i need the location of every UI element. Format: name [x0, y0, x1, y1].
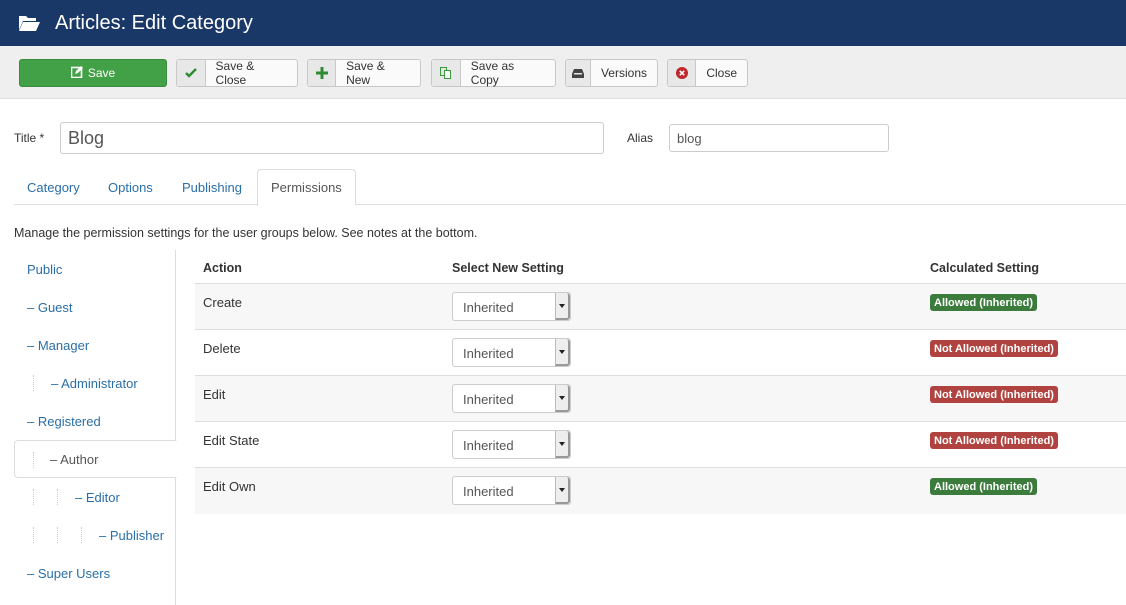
- chevron-down-icon: [555, 293, 570, 320]
- tab-permissions[interactable]: Permissions: [257, 169, 356, 206]
- tab-category[interactable]: Category: [27, 169, 80, 205]
- versions-label: Versions: [600, 66, 647, 80]
- group-administrator[interactable]: – Administrator: [14, 364, 176, 402]
- toolbar: Save Save & Close Save & New Save as Cop…: [0, 46, 1126, 99]
- select-value: Inherited: [463, 300, 514, 315]
- tree-guide-line: [57, 527, 58, 543]
- select-value: Inherited: [463, 438, 514, 453]
- status-badge: Allowed (Inherited): [930, 478, 1037, 495]
- save-as-copy-button[interactable]: Save as Copy: [431, 59, 556, 87]
- group-label: Public: [27, 261, 63, 277]
- setting-select[interactable]: Inherited: [452, 292, 571, 321]
- group-label: – Administrator: [51, 375, 138, 391]
- select-value: Inherited: [463, 346, 514, 361]
- table-row: Delete Inherited Not Allowed (Inherited): [195, 330, 1126, 376]
- title-input[interactable]: Blog: [60, 122, 604, 154]
- save-label: Save: [87, 66, 116, 80]
- table-row: Edit Inherited Not Allowed (Inherited): [195, 376, 1126, 422]
- column-calculated-setting: Calculated Setting: [930, 261, 1040, 275]
- close-circle-icon: [668, 60, 697, 86]
- plus-icon: [308, 60, 337, 86]
- title-label: Title *: [14, 131, 45, 145]
- close-label: Close: [706, 66, 737, 80]
- group-publisher[interactable]: – Publisher: [14, 516, 176, 554]
- checkmark-icon: [177, 60, 206, 86]
- tree-guide-line: [81, 527, 82, 543]
- select-value: Inherited: [463, 392, 514, 407]
- save-close-button[interactable]: Save & Close: [176, 59, 298, 87]
- save-new-button[interactable]: Save & New: [307, 59, 421, 87]
- tree-guide-line: [33, 527, 34, 543]
- folder-open-icon: [19, 15, 40, 31]
- select-value: Inherited: [463, 484, 514, 499]
- column-select-new-setting: Select New Setting: [452, 261, 564, 275]
- setting-select[interactable]: Inherited: [452, 338, 571, 367]
- chevron-down-icon: [555, 385, 570, 412]
- page-header: Articles: Edit Category: [0, 0, 1126, 46]
- action-name: Edit: [203, 387, 226, 402]
- group-super-users[interactable]: – Super Users: [14, 554, 176, 592]
- edit-icon: [70, 65, 83, 81]
- title-value: Blog: [68, 127, 105, 148]
- user-group-list: Public – Guest – Manager – Administrator…: [14, 250, 177, 605]
- close-button[interactable]: Close: [667, 59, 748, 87]
- chevron-down-icon: [555, 431, 570, 458]
- chevron-down-icon: [555, 477, 570, 504]
- save-button[interactable]: Save: [19, 59, 167, 87]
- group-manager[interactable]: – Manager: [14, 326, 176, 364]
- table-header: Action Select New Setting Calculated Set…: [195, 250, 1126, 284]
- group-editor[interactable]: – Editor: [14, 478, 176, 516]
- table-row: Create Inherited Allowed (Inherited): [195, 284, 1126, 330]
- action-name: Create: [203, 295, 243, 310]
- tab-options[interactable]: Options: [108, 169, 153, 205]
- action-name: Edit Own: [203, 479, 256, 494]
- group-label: – Super Users: [27, 565, 111, 581]
- tab-bar: Category Options Publishing Permissions: [14, 169, 1126, 206]
- table-row: Edit Own Inherited Allowed (Inherited): [195, 468, 1126, 514]
- group-label: – Manager: [27, 337, 90, 353]
- versions-button[interactable]: Versions: [565, 59, 658, 87]
- group-author[interactable]: – Author: [14, 440, 177, 478]
- group-label: – Registered: [27, 413, 101, 429]
- status-badge: Not Allowed (Inherited): [930, 386, 1058, 403]
- setting-select[interactable]: Inherited: [452, 430, 571, 459]
- action-name: Delete: [203, 341, 241, 356]
- permissions-table: Action Select New Setting Calculated Set…: [195, 250, 1126, 514]
- tree-guide-line: [33, 375, 34, 391]
- permissions-intro: Manage the permission settings for the u…: [14, 226, 478, 240]
- action-name: Edit State: [203, 433, 260, 448]
- copy-icon: [432, 60, 461, 86]
- tab-publishing[interactable]: Publishing: [182, 169, 242, 205]
- alias-label: Alias: [627, 131, 654, 145]
- alias-value: blog: [677, 130, 702, 146]
- group-label: – Guest: [27, 299, 73, 315]
- group-label: – Author: [50, 451, 99, 467]
- chevron-down-icon: [555, 339, 570, 366]
- status-badge: Allowed (Inherited): [930, 294, 1037, 311]
- tree-guide-line: [57, 489, 58, 505]
- column-action: Action: [203, 261, 242, 275]
- tree-guide-line: [33, 489, 34, 505]
- table-row: Edit State Inherited Not Allowed (Inheri…: [195, 422, 1126, 468]
- setting-select[interactable]: Inherited: [452, 384, 571, 413]
- setting-select[interactable]: Inherited: [452, 476, 571, 505]
- group-public[interactable]: Public: [14, 250, 176, 288]
- group-guest[interactable]: – Guest: [14, 288, 176, 326]
- page-title: Articles: Edit Category: [55, 11, 253, 34]
- group-label: – Editor: [75, 489, 120, 505]
- status-badge: Not Allowed (Inherited): [930, 340, 1058, 357]
- group-label: – Publisher: [99, 527, 165, 543]
- save-new-label: Save & New: [346, 59, 385, 87]
- tree-guide-line: [33, 452, 34, 468]
- save-as-copy-label: Save as Copy: [470, 59, 515, 87]
- save-close-label: Save & Close: [215, 59, 255, 87]
- alias-input[interactable]: blog: [669, 124, 889, 152]
- group-registered[interactable]: – Registered: [14, 402, 176, 440]
- status-badge: Not Allowed (Inherited): [930, 432, 1058, 449]
- archive-icon: [566, 60, 591, 86]
